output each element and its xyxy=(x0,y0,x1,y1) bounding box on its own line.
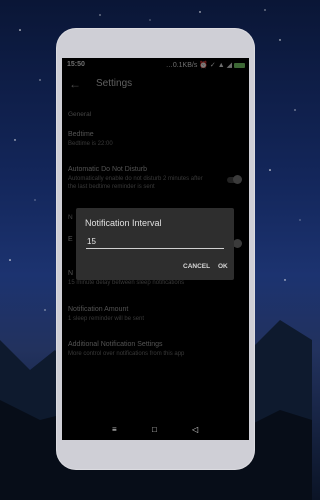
cancel-button[interactable]: CANCEL xyxy=(183,263,210,270)
input-underline xyxy=(86,248,224,249)
menu-icon[interactable]: ≡ xyxy=(112,425,117,434)
interval-input[interactable]: 15 xyxy=(87,237,223,246)
ok-button[interactable]: OK xyxy=(218,263,228,270)
notification-interval-dialog: Notification Interval 15 CANCEL OK xyxy=(76,208,234,280)
dialog-title: Notification Interval xyxy=(85,218,162,228)
home-icon[interactable]: □ xyxy=(152,425,157,434)
phone-screen: 15:50 …0.1KB/s ⏰ ✓ ▲ ◢ ← Settings Genera… xyxy=(62,58,249,440)
back-icon[interactable]: ◁ xyxy=(192,425,198,434)
system-nav-bar: ≡ □ ◁ xyxy=(62,420,249,440)
